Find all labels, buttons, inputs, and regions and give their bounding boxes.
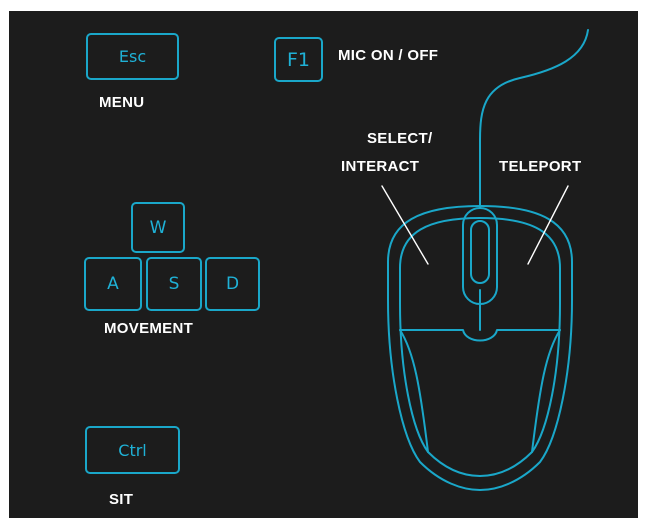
teleport-pointer-line bbox=[527, 185, 569, 265]
scroll-wheel bbox=[470, 220, 490, 284]
mouse-body-outline bbox=[387, 205, 573, 491]
mouse-icon bbox=[381, 29, 589, 491]
controls-screen: Esc MENU F1 MIC ON / OFF W A S D MOVEMEN… bbox=[0, 0, 645, 525]
button-divider bbox=[399, 329, 561, 342]
mouse-cable bbox=[479, 29, 589, 209]
